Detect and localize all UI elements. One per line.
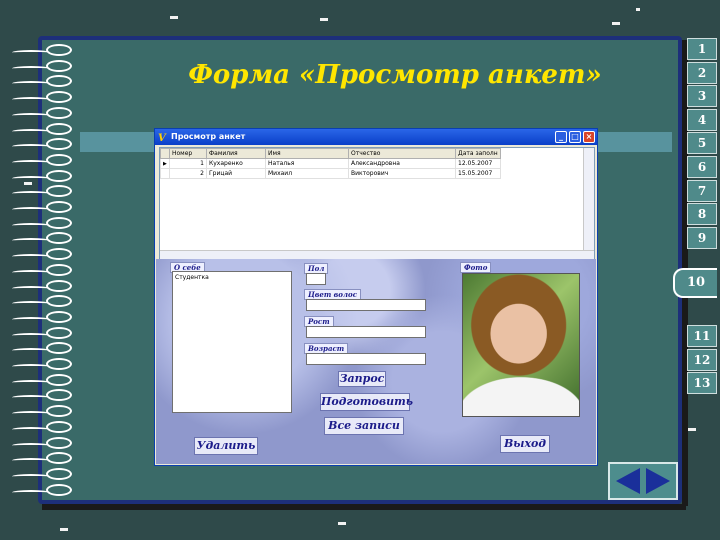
binding-ring <box>8 152 74 168</box>
nav-number[interactable]: 8 <box>687 203 717 226</box>
close-button[interactable]: × <box>583 131 595 143</box>
query-button[interactable]: Запрос <box>338 371 386 387</box>
binding-ring <box>8 482 74 498</box>
nav-current-number[interactable]: 10 <box>673 268 717 298</box>
binding-ring <box>8 42 74 58</box>
binding-ring <box>8 215 74 231</box>
minimize-button[interactable]: _ <box>555 131 567 143</box>
binding-ring <box>8 419 74 435</box>
decor-dash <box>688 428 696 431</box>
binding-ring <box>8 372 74 388</box>
binding-ring <box>8 262 74 278</box>
nav-number[interactable]: 11 <box>687 325 717 347</box>
decor-dash <box>60 528 68 531</box>
person-photo <box>462 273 580 417</box>
binding-ring <box>8 121 74 137</box>
cell-middle-name[interactable]: Александровна <box>348 158 456 169</box>
delete-button[interactable]: Удалить <box>194 437 258 455</box>
decor-dash <box>320 18 328 21</box>
nav-number[interactable]: 3 <box>687 85 717 108</box>
table-row[interactable]: 2 Грицай Михаил Викторович 15.05.2007 <box>160 168 501 179</box>
hair-color-field[interactable] <box>306 299 426 311</box>
binding-ring <box>8 435 74 451</box>
nav-number[interactable]: 4 <box>687 108 717 131</box>
gender-field[interactable] <box>306 273 326 285</box>
column-header[interactable]: Номер <box>169 148 207 159</box>
cell-date[interactable]: 15.05.2007 <box>455 168 501 179</box>
binding-ring <box>8 246 74 262</box>
window-title: Просмотр анкет <box>171 132 246 141</box>
decor-dash <box>636 8 640 11</box>
binding-ring <box>8 230 74 246</box>
cell-middle-name[interactable]: Викторович <box>348 168 456 179</box>
cell-number[interactable]: 1 <box>169 158 207 169</box>
binding-ring <box>8 183 74 199</box>
record-details-form: О себе Студентка Пол Цвет волос Рост Воз… <box>156 259 596 464</box>
age-field[interactable] <box>306 353 426 365</box>
decor-dash <box>338 522 346 525</box>
column-header[interactable]: Дата заполн <box>455 148 501 159</box>
binding-ring <box>8 466 74 482</box>
vertical-scrollbar[interactable] <box>583 148 594 260</box>
app-window: V Просмотр анкет _ □ × Номер Фамилия Имя… <box>154 128 598 466</box>
cell-first-name[interactable]: Наталья <box>265 158 349 169</box>
spiral-binding <box>8 42 74 502</box>
column-header[interactable]: Фамилия <box>206 148 266 159</box>
binding-ring <box>8 325 74 341</box>
column-header[interactable]: Отчество <box>348 148 456 159</box>
cell-date[interactable]: 12.05.2007 <box>455 158 501 169</box>
nav-number[interactable]: 5 <box>687 132 717 155</box>
nav-number[interactable]: 2 <box>687 61 717 84</box>
window-titlebar[interactable]: V Просмотр анкет _ □ × <box>155 129 597 145</box>
slide-number-nav: 123456789 10 11 12 13 <box>673 38 717 395</box>
table-row[interactable]: ▶ 1 Кухаренко Наталья Александровна 12.0… <box>160 158 501 169</box>
cell-last-name[interactable]: Кухаренко <box>206 158 266 169</box>
records-table: Номер Фамилия Имя Отчество Дата заполн ▶… <box>159 147 595 261</box>
slide-title: Форма «Просмотр анкет» <box>188 60 602 90</box>
row-selector[interactable] <box>160 168 170 179</box>
height-field[interactable] <box>306 326 426 338</box>
binding-ring <box>8 278 74 294</box>
decor-dash <box>170 16 178 19</box>
binding-ring <box>8 293 74 309</box>
binding-ring <box>8 105 74 121</box>
photo-label: Фото <box>460 262 492 273</box>
binding-ring <box>8 356 74 372</box>
row-selector-header <box>160 148 170 159</box>
all-records-button[interactable]: Все записи <box>324 417 404 435</box>
binding-ring <box>8 168 74 184</box>
about-value: Студентка <box>175 274 209 281</box>
app-logo-icon: V <box>158 133 166 144</box>
column-header[interactable]: Имя <box>265 148 349 159</box>
exit-button[interactable]: Выход <box>500 435 550 453</box>
binding-ring <box>8 309 74 325</box>
binding-ring <box>8 387 74 403</box>
decor-dash <box>612 22 620 25</box>
binding-ring <box>8 403 74 419</box>
binding-ring <box>8 199 74 215</box>
about-textarea[interactable]: Студентка <box>172 271 292 413</box>
next-slide-icon[interactable] <box>646 468 670 494</box>
nav-number[interactable]: 9 <box>687 226 717 249</box>
nav-number[interactable]: 1 <box>687 38 717 60</box>
previous-slide-icon[interactable] <box>616 468 640 494</box>
slide-arrows <box>608 462 678 500</box>
nav-number[interactable]: 7 <box>687 179 717 202</box>
maximize-button[interactable]: □ <box>569 131 581 143</box>
cell-number[interactable]: 2 <box>169 168 207 179</box>
nav-number[interactable]: 12 <box>687 348 717 371</box>
row-selector-current[interactable]: ▶ <box>160 158 170 169</box>
binding-ring <box>8 136 74 152</box>
cell-first-name[interactable]: Михаил <box>265 168 349 179</box>
nav-number[interactable]: 6 <box>687 155 717 178</box>
binding-ring <box>8 89 74 105</box>
binding-ring <box>8 340 74 356</box>
cell-last-name[interactable]: Грицай <box>206 168 266 179</box>
prepare-button[interactable]: Подготовить <box>320 393 413 411</box>
binding-ring <box>8 450 74 466</box>
slide-shadow <box>42 504 686 510</box>
nav-number[interactable]: 13 <box>687 372 717 395</box>
